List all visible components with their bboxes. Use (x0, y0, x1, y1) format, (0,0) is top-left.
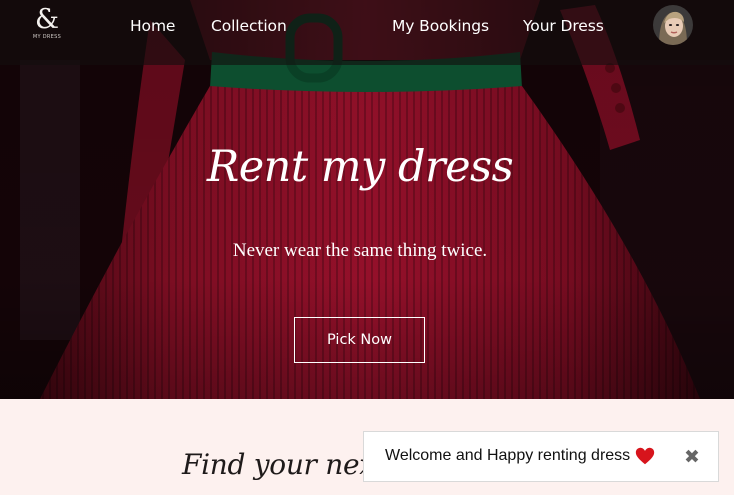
pick-now-button[interactable]: Pick Now (294, 317, 425, 363)
logo-symbol: & (34, 4, 60, 35)
close-icon[interactable]: ✖ (682, 446, 702, 468)
toast-message: Welcome and Happy renting dress (385, 447, 631, 464)
nav-link-your-dress[interactable]: Your Dress (523, 17, 604, 35)
nav-link-my-bookings[interactable]: My Bookings (392, 17, 489, 35)
welcome-toast: Welcome and Happy renting dress ✖ (363, 431, 719, 482)
hero-banner: & MY DRESS Home Collection My Bookings Y… (0, 0, 734, 399)
logo-text: MY DRESS (32, 34, 62, 40)
avatar-photo (653, 5, 693, 45)
top-navigation-bar: & MY DRESS Home Collection My Bookings Y… (0, 0, 734, 65)
nav-link-collection[interactable]: Collection (211, 17, 287, 35)
user-avatar[interactable] (653, 5, 693, 45)
hero-title: Rent my dress (206, 142, 514, 192)
nav-link-home[interactable]: Home (130, 17, 175, 35)
hero-tagline: Never wear the same thing twice. (232, 240, 488, 261)
heart-icon (635, 447, 655, 465)
brand-logo[interactable]: & MY DRESS (29, 6, 65, 48)
